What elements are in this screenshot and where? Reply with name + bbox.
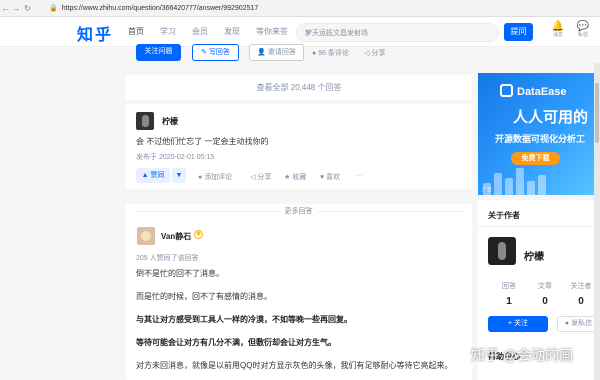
stat-label: 回答 xyxy=(502,283,516,290)
stat-value: 0 xyxy=(542,296,548,307)
answer-card: 柠檬 会 不过他们忙忘了 一定会主动找你的 发布于 2020-02-01 05:… xyxy=(126,104,472,189)
messages-icon[interactable]: 🔔 消息 xyxy=(548,21,568,38)
badge-icon: ◉ xyxy=(194,230,203,239)
avatar[interactable] xyxy=(137,227,155,245)
downvote-button[interactable]: ▼ xyxy=(172,168,186,183)
answer-paragraph: 与其让对方感受到工具人一样的冷漠，不如等晚一些再回复。 xyxy=(136,315,352,324)
answer-content: 会 不过他们忙忘了 一定会主动找你的 xyxy=(136,137,269,146)
main-nav: 首页 学习 会员 发现 等你来答 xyxy=(128,26,300,37)
author-panel-title: 关于作者 xyxy=(488,211,520,220)
share-answer-button[interactable]: ◁ 分享 xyxy=(250,172,271,182)
forward-icon[interactable]: → xyxy=(11,4,22,13)
add-comment-label: 添加评论 xyxy=(204,174,233,181)
ad-headline: 人人可用的 xyxy=(513,109,589,126)
downvote-icon: ▼ xyxy=(175,172,183,179)
nav-learn[interactable]: 学习 xyxy=(160,26,192,37)
share-label: 分享 xyxy=(371,50,386,57)
write-answer-label: 写回答 xyxy=(208,49,230,56)
search-input[interactable]: 梦天运抵文昌发射场 ⌕ xyxy=(296,23,499,42)
answer-paragraph: 等待可能会让对方有几分不满，但敷衍却会让对方生气。 xyxy=(136,338,336,347)
nav-discover[interactable]: 发现 xyxy=(224,26,256,37)
comments-label: 96 条评论 xyxy=(318,50,349,57)
nav-member[interactable]: 会员 xyxy=(192,26,224,37)
answer-author[interactable]: 柠檬 xyxy=(162,116,178,127)
question-actions: 关注问题 ✎ 写回答 👤 邀请回答 ● 96 条评论 ◁ 分享 xyxy=(126,44,472,62)
private-message-label: 发私信 xyxy=(571,320,593,327)
watermark: 知乎 @会动的画 xyxy=(471,347,574,363)
scrollbar[interactable] xyxy=(594,63,600,380)
dataease-logo-icon xyxy=(500,84,513,97)
follow-author-label: 关注 xyxy=(514,320,529,327)
share-answer-label: 分享 xyxy=(257,174,272,181)
private-message-icon[interactable]: 💬 私信 xyxy=(573,21,593,38)
star-icon: ★ xyxy=(284,174,293,181)
author-avatar[interactable] xyxy=(488,237,516,265)
answer-paragraph: 倒不是忙的回不了消息。 xyxy=(136,269,224,278)
ad-subline: 开源数据可视化分析工 xyxy=(495,134,586,144)
nav-home[interactable]: 首页 xyxy=(128,26,160,37)
nav-waiting-answer[interactable]: 等你来答 xyxy=(256,26,300,37)
lock-icon: 🔒 xyxy=(49,5,58,12)
avatar[interactable] xyxy=(136,112,154,130)
follow-question-button[interactable]: 关注问题 xyxy=(136,44,181,61)
dataease-ad[interactable]: DataEase 人人可用的 开源数据可视化分析工 免费下载 广告 xyxy=(478,73,600,195)
address-bar[interactable]: https://www.zhihu.com/question/366420777… xyxy=(62,5,259,12)
ad-tag: 广告 xyxy=(482,187,493,193)
stat-value: 1 xyxy=(506,296,512,307)
ask-button[interactable]: 提问 xyxy=(504,23,533,41)
upvote-button[interactable]: ▲ 赞同 xyxy=(136,168,170,183)
like-button[interactable]: ♥ 喜欢 xyxy=(320,172,340,182)
scrollbar-thumb[interactable] xyxy=(595,83,599,143)
answer-author[interactable]: Van静石 xyxy=(161,231,191,242)
reload-icon[interactable]: ↻ xyxy=(22,4,33,13)
answer-time[interactable]: 发布于 2020-02-01 05:15 xyxy=(136,152,214,162)
author-name[interactable]: 柠檬 xyxy=(524,248,544,263)
comments-count[interactable]: ● 96 条评论 xyxy=(312,48,349,58)
user-plus-icon: 👤 xyxy=(257,49,268,56)
browser-toolbar: ← → ↻ 🔒 https://www.zhihu.com/question/3… xyxy=(0,0,600,17)
ad-decoration xyxy=(478,165,600,195)
articles-stat[interactable]: 文章 0 xyxy=(526,281,564,307)
divider xyxy=(478,226,600,227)
invite-answer-button[interactable]: 👤 邀请回答 xyxy=(249,44,304,61)
upvote-stats: 209 人赞同了该回答 xyxy=(136,255,199,262)
add-comment-button[interactable]: ● 添加评论 xyxy=(198,172,232,182)
write-answer-button[interactable]: ✎ 写回答 xyxy=(192,44,239,61)
share-question[interactable]: ◁ 分享 xyxy=(364,48,385,58)
stat-label: 文章 xyxy=(538,283,552,290)
view-all-answers[interactable]: 查看全部 20,448 个回答 xyxy=(126,75,472,100)
ad-brand: DataEase xyxy=(517,86,567,98)
download-button[interactable]: 免费下载 xyxy=(511,152,560,165)
back-icon[interactable]: ← xyxy=(0,4,11,13)
favorite-button[interactable]: ★ 收藏 xyxy=(284,172,306,182)
private-message-label: 私信 xyxy=(577,32,588,38)
more-answers-label: 更多回答 xyxy=(280,206,317,216)
follow-author-button[interactable]: + 关注 xyxy=(488,316,548,332)
answer-paragraph: 对方未回消息，就像是以前用QQ时对方显示灰色的头像，我们有足够耐心等待它亮起来。 xyxy=(136,361,453,370)
top-navigation: 知乎 首页 学习 会员 发现 等你来答 梦天运抵文昌发射场 ⌕ 提问 🔔 消息 💬… xyxy=(0,17,600,47)
search-icon[interactable]: ⌕ xyxy=(305,27,492,38)
pencil-icon: ✎ xyxy=(201,49,209,56)
zhihu-logo[interactable]: 知乎 xyxy=(77,21,113,45)
invite-label: 邀请回答 xyxy=(267,49,296,56)
answer-paragraph: 而是忙的时候，回不了有感情的消息。 xyxy=(136,292,272,301)
upvote-label: 赞同 xyxy=(150,172,165,179)
more-options-icon[interactable]: ··· xyxy=(356,172,363,179)
like-label: 喜欢 xyxy=(326,174,341,181)
messages-label: 消息 xyxy=(552,32,563,38)
answers-stat[interactable]: 回答 1 xyxy=(490,281,528,307)
favorite-label: 收藏 xyxy=(292,174,307,181)
